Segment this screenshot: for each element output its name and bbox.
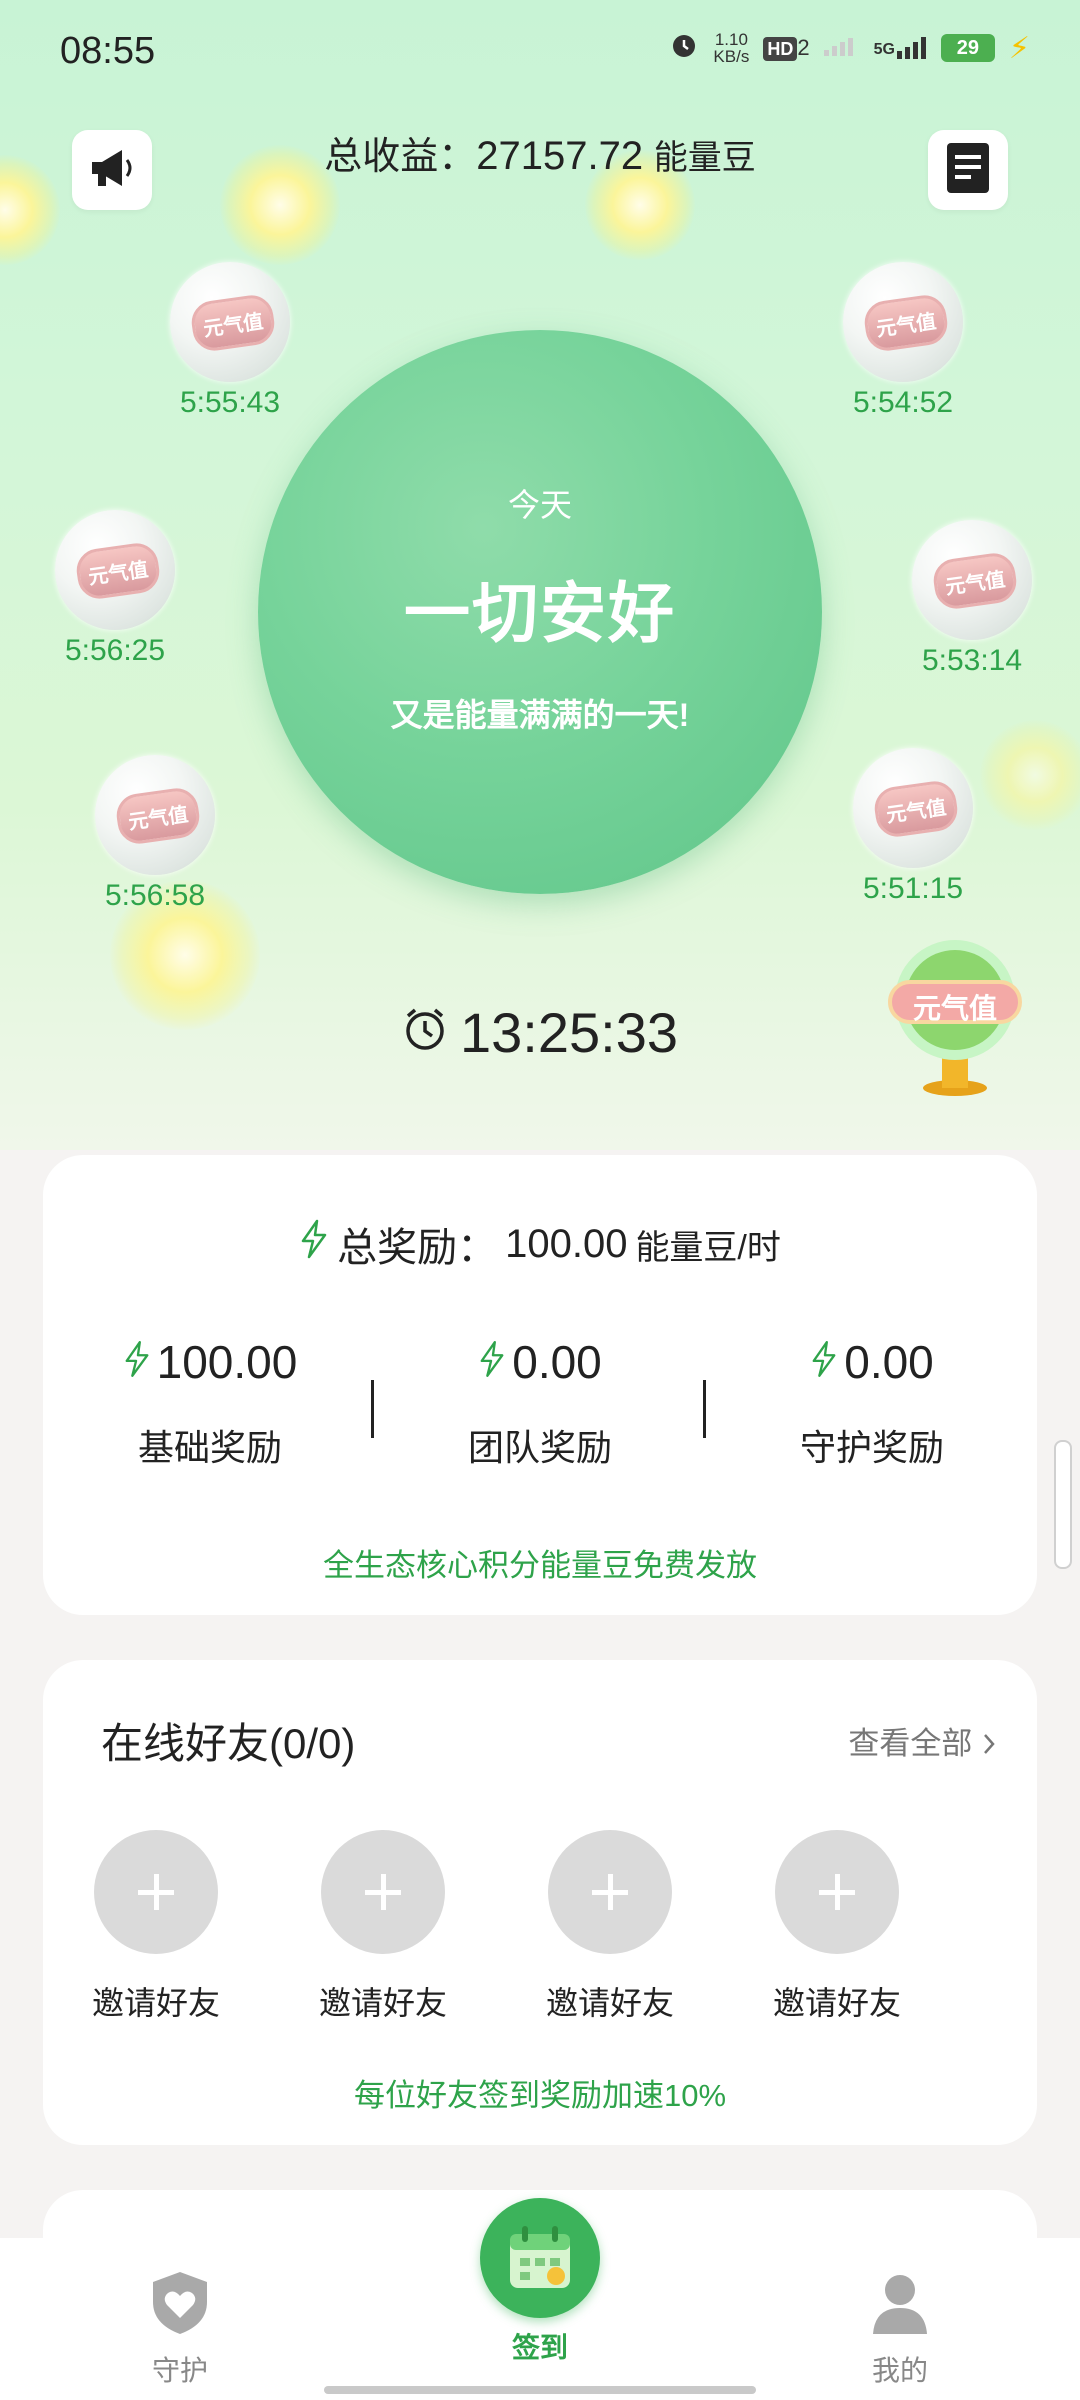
reward-item-basic: 100.00 基础奖励 xyxy=(45,1335,375,1471)
bubble-timer: 5:51:15 xyxy=(862,872,964,905)
view-all-link[interactable]: 查看全部 xyxy=(848,1718,997,1763)
reward-note: 全生态核心积分能量豆免费发放 xyxy=(323,1548,757,1583)
lightning-icon xyxy=(299,1219,329,1269)
invite-label: 邀请好友 xyxy=(91,1985,220,2021)
bubble-timer: 5:56:58 xyxy=(104,879,206,912)
plus-icon xyxy=(94,1830,218,1954)
tab-mine[interactable]: 我的 xyxy=(820,2268,980,2389)
bubble-badge: 元气值 xyxy=(871,778,961,840)
invite-friend-slot[interactable]: 邀请好友 xyxy=(318,1830,448,2024)
tab-label: 守护 xyxy=(151,2355,208,2386)
circle-subtitle: 又是能量满满的一天! xyxy=(390,697,690,733)
bubble-badge: 元气值 xyxy=(930,550,1020,612)
energy-bubble[interactable]: 元气值 5:54:52 xyxy=(843,262,963,420)
net-speed: 1.10 KB/s xyxy=(713,31,749,65)
bubble-timer: 5:54:52 xyxy=(852,386,954,419)
bubble-badge: 元气值 xyxy=(861,292,951,354)
total-earnings: 总收益：27157.72 能量豆 xyxy=(0,125,1080,180)
main-energy-circle[interactable]: 今天 一切安好 又是能量满满的一天! xyxy=(258,330,822,894)
energy-bubble[interactable]: 元气值 5:56:25 xyxy=(55,510,175,668)
bubble-badge: 元气值 xyxy=(113,785,203,847)
hd-sub: 2 xyxy=(797,35,810,60)
reward-item-guard: 0.00 守护奖励 xyxy=(707,1335,1037,1471)
reward-value: 0.00 xyxy=(512,1336,602,1388)
alarm-icon xyxy=(669,30,699,66)
scrollbar-thumb[interactable] xyxy=(1054,1440,1072,1569)
reward-label: 基础奖励 xyxy=(137,1427,282,1468)
reward-total-unit: 能量豆/时 xyxy=(635,1228,781,1267)
reward-card: 总奖励： 100.00 能量豆/时 100.00 基础奖励 0.00 团队奖励 0… xyxy=(43,1155,1037,1615)
reward-value: 0.00 xyxy=(844,1336,934,1388)
invite-label: 邀请好友 xyxy=(545,1985,674,2021)
shield-heart-icon xyxy=(147,2272,213,2344)
tab-guard[interactable]: 守护 xyxy=(100,2268,260,2389)
total-earnings-unit: 能量豆 xyxy=(653,139,756,177)
total-earnings-label: 总收益： xyxy=(324,136,477,178)
energy-bubble[interactable]: 元气值 5:55:43 xyxy=(170,262,290,420)
plus-icon xyxy=(548,1830,672,1954)
reward-item-team: 0.00 团队奖励 xyxy=(375,1335,705,1471)
hero-section: 08:55 1.10 KB/s HD 2 5G 29 ⚡ 总收益：27157.7… xyxy=(0,0,1080,1150)
invite-friend-slot[interactable]: 邀请好友 xyxy=(91,1830,221,2024)
signal-5g-icon: 5G xyxy=(874,37,927,59)
bubble-badge: 元气值 xyxy=(188,292,278,354)
tab-label: 我的 xyxy=(871,2355,928,2386)
status-time: 08:55 xyxy=(60,30,156,72)
bubble-timer: 5:53:14 xyxy=(921,644,1023,677)
bottom-tab-bar: 守护 签到 我的 xyxy=(0,2198,1080,2400)
records-button[interactable] xyxy=(928,130,1008,210)
tab-label: 签到 xyxy=(511,2332,568,2363)
home-indicator[interactable] xyxy=(324,2386,756,2394)
bubble-badge: 元气值 xyxy=(73,540,163,602)
divider xyxy=(371,1380,374,1438)
circle-title: 一切安好 xyxy=(404,576,676,650)
invite-friend-slot[interactable]: 邀请好友 xyxy=(545,1830,675,2024)
plus-icon xyxy=(321,1830,445,1954)
energy-bubble[interactable]: 元气值 5:53:14 xyxy=(912,520,1032,678)
light-orb xyxy=(980,720,1080,830)
hd-icon: HD 2 xyxy=(763,35,810,61)
countdown-value: 13:25:33 xyxy=(460,1001,678,1064)
energy-bubble[interactable]: 元气值 5:56:58 xyxy=(95,755,215,913)
reward-label: 守护奖励 xyxy=(799,1427,944,1468)
vitality-button[interactable]: 元气值 xyxy=(880,930,1030,1100)
total-earnings-value: 27157.72 xyxy=(476,134,644,178)
reward-value: 100.00 xyxy=(156,1336,298,1388)
lightning-icon xyxy=(123,1335,151,1389)
energy-bubble[interactable]: 元气值 5:51:15 xyxy=(853,748,973,906)
status-bar: 08:55 1.10 KB/s HD 2 5G 29 ⚡ xyxy=(0,0,1080,105)
signal-weak-icon xyxy=(823,34,860,62)
document-icon xyxy=(943,141,993,200)
online-friends-card: 在线好友(0/0) 查看全部 邀请好友 邀请好友 邀请好友 邀请好友 每位好友签… xyxy=(43,1660,1037,2145)
lightning-icon xyxy=(810,1335,838,1389)
tab-checkin[interactable]: 签到 xyxy=(460,2198,620,2366)
bubble-timer: 5:55:43 xyxy=(179,386,281,419)
plus-icon xyxy=(775,1830,899,1954)
net-speed-value: 1.10 xyxy=(714,30,748,49)
lightning-icon xyxy=(478,1335,506,1389)
reward-label: 团队奖励 xyxy=(467,1427,612,1468)
view-all-label: 查看全部 xyxy=(848,1726,973,1761)
charging-icon: ⚡ xyxy=(1008,31,1030,65)
battery-icon: 29 xyxy=(940,34,995,62)
friends-note: 每位好友签到奖励加速10% xyxy=(353,2078,727,2113)
net-speed-unit: KB/s xyxy=(713,47,750,66)
reward-total-label: 总奖励： xyxy=(337,1226,498,1270)
invite-friend-slot[interactable]: 邀请好友 xyxy=(772,1830,902,2024)
bubble-timer: 5:56:25 xyxy=(64,634,166,667)
alarm-clock-icon xyxy=(402,1000,448,1065)
circle-today-label: 今天 xyxy=(507,487,572,523)
reward-total-value: 100.00 xyxy=(505,1221,628,1266)
invite-label: 邀请好友 xyxy=(318,1985,447,2021)
divider xyxy=(703,1380,706,1438)
vitality-label: 元气值 xyxy=(912,993,997,1024)
friends-title: 在线好友(0/0) xyxy=(101,1720,356,1767)
reward-total: 总奖励： 100.00 能量豆/时 xyxy=(43,1215,1037,1273)
status-icons: 1.10 KB/s HD 2 5G 29 ⚡ xyxy=(669,30,1030,66)
invite-label: 邀请好友 xyxy=(772,1985,901,2021)
person-icon xyxy=(867,2275,933,2344)
chevron-right-icon xyxy=(981,1726,997,1761)
calendar-icon xyxy=(480,2198,600,2318)
